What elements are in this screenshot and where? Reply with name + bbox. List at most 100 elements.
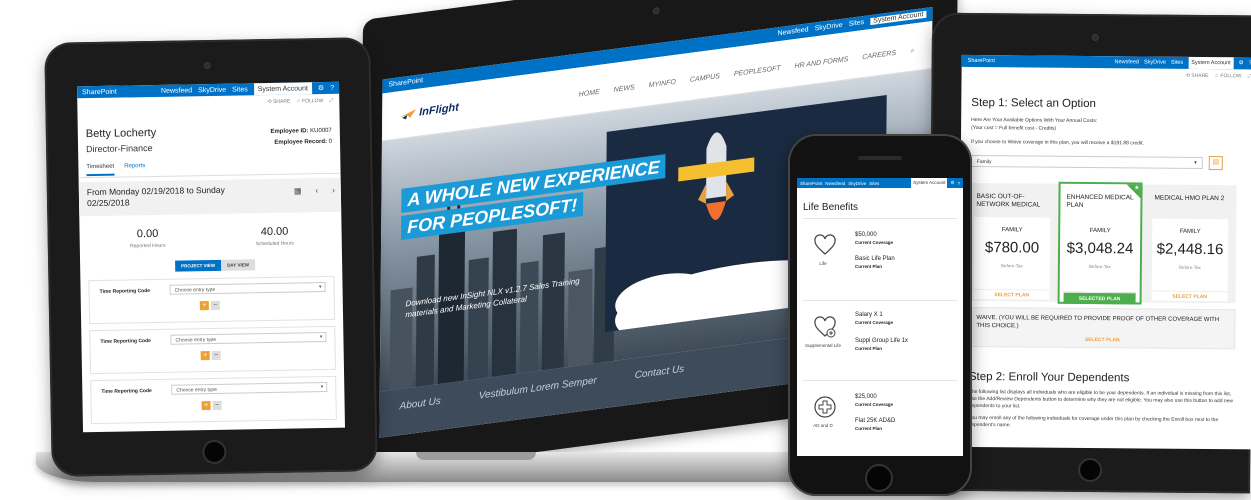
footer-vestibulum[interactable]: Vestibulum Lorem Semper [479,375,597,402]
plan-card-selected[interactable]: ENHANCED MEDICAL PLAN FAMILY $3,048.24 B… [1057,181,1143,305]
search-icon[interactable]: ⌕ [910,47,914,56]
plan-amount: $3,048.24 [1066,239,1134,258]
account-menu[interactable]: System Account [1188,56,1234,70]
plan-amount: $780.00 [984,239,1040,257]
remove-row-button[interactable]: − [212,400,222,410]
calendar-icon[interactable]: ▦ [294,186,302,195]
skydrive-link[interactable]: SkyDrive [1144,59,1166,65]
inflight-logo[interactable]: InFlight [400,101,459,121]
life-benefits-screen: SharePoint Newsfeed SkyDrive Sites Syste… [797,178,963,456]
sites-link[interactable]: Sites [849,19,865,28]
next-week-chevron-icon[interactable]: › [332,186,335,195]
tablet-timesheet-device: SharePoint Newsfeed SkyDrive Sites Syste… [44,37,378,477]
menu-careers[interactable]: CAREERS [862,50,896,62]
add-row-button[interactable]: + [201,401,211,411]
reported-hours: 0.00 Reported Hours [130,227,166,250]
menu-myinfo[interactable]: MYINFO [649,79,676,91]
coverage-level-select[interactable]: Family [970,154,1203,169]
sites-link[interactable]: Sites [869,181,879,186]
help-icon[interactable]: ? [957,181,960,186]
day-view-button[interactable]: DAY VIEW [221,259,256,271]
footer-contact-us[interactable]: Contact Us [635,364,685,382]
tab-reports[interactable]: Reports [124,163,145,175]
plan-tier: FAMILY [1089,227,1111,235]
laptop-camera [652,6,660,15]
coverage-amount: $25,000 [855,394,877,400]
menu-peoplesoft[interactable]: PEOPLESOFT [734,65,781,79]
plan-card[interactable]: BASIC OUT-OF-NETWORK MEDICAL FAMILY $780… [970,183,1055,302]
sharepoint-brand: SharePoint [967,57,995,65]
medical-cross-icon [814,396,836,418]
sites-link[interactable]: Sites [1171,60,1183,66]
newsfeed-link[interactable]: Newsfeed [777,26,808,37]
skydrive-link[interactable]: SkyDrive [198,86,226,93]
help-icon[interactable]: ? [330,84,334,91]
waive-select-button[interactable]: SELECT PLAN [970,336,1234,344]
employee-name: Betty Locherty [85,126,157,141]
employee-id: KU0007 [310,127,332,135]
account-menu[interactable]: System Account [911,178,948,188]
entry-type-select[interactable]: Choose entry type [170,331,327,345]
remove-row-button[interactable]: − [211,350,221,361]
add-row-button[interactable]: + [200,351,210,361]
entry-type-select[interactable]: Choose entry type [171,381,328,395]
waive-credit-note: If you choose to Waive coverage in this … [970,138,1144,147]
options-intro: Here Are Your Available Options With You… [971,116,1098,125]
share-link[interactable]: ⟲ SHARE [1186,73,1209,79]
tab-timesheet[interactable]: Timesheet [86,163,115,177]
settings-gear-icon[interactable]: ⚙ [318,84,324,92]
dependents-explainer: The following list displays all individu… [968,388,1234,410]
account-menu[interactable]: System Account [253,82,312,96]
footer-about-us[interactable]: About Us [400,396,441,412]
document-icon[interactable]: ▤ [1208,156,1223,171]
remove-row-button[interactable]: − [210,300,220,311]
view-toggle: PROJECT VIEW DAY VIEW [175,259,256,272]
sharepoint-bar: SharePoint Newsfeed SkyDrive Sites Syste… [961,54,1251,70]
tablet-home-button [202,439,227,465]
plan-tier: FAMILY [1179,228,1201,235]
newsfeed-link[interactable]: Newsfeed [1114,59,1139,65]
menu-hr-forms[interactable]: HR AND FORMS [794,56,848,71]
plan-tax: Before-Tax [1178,264,1201,270]
focus-icon[interactable]: ⤢ [329,98,333,104]
menu-campus[interactable]: CAMPUS [690,73,720,85]
sharepoint-bar: SharePoint Newsfeed SkyDrive Sites Syste… [797,178,963,188]
skydrive-link[interactable]: SkyDrive [815,22,843,33]
newsfeed-link[interactable]: Newsfeed [825,181,845,186]
scheduled-hours: 40.00 Scheduled Hours [255,225,295,248]
newsfeed-link[interactable]: Newsfeed [161,87,192,95]
plan-card[interactable]: MEDICAL HMO PLAN 2 FAMILY $2,448.16 Befo… [1148,185,1233,304]
share-link[interactable]: ⟲ SHARE [267,99,290,105]
select-plan-button[interactable]: SELECT PLAN [973,288,1050,300]
menu-news[interactable]: NEWS [614,84,635,95]
follow-link[interactable]: ☆ FOLLOW [1215,73,1242,79]
benefit-card[interactable]: Life $50,000 Current Coverage Basic Life … [803,218,957,290]
follow-link[interactable]: ☆ FOLLOW [296,98,323,104]
skydrive-link[interactable]: SkyDrive [848,181,866,186]
step2-title: Step 2: Enroll Your Dependents [968,370,1130,385]
selected-plan-button[interactable]: SELECTED PLAN [1063,291,1136,305]
plan-tax: Before-Tax [1000,263,1023,269]
focus-icon[interactable]: ⤢ [1248,73,1251,79]
project-view-button[interactable]: PROJECT VIEW [175,259,222,272]
plan-amount: $2,448.16 [1156,240,1224,259]
settings-gear-icon[interactable]: ⚙ [1239,60,1244,66]
benefit-card[interactable]: AD and D $25,000 Current Coverage Flat 25… [803,380,957,452]
previous-week-chevron-icon[interactable]: ‹ [315,186,318,195]
select-plan-button[interactable]: SELECT PLAN [1151,290,1228,302]
sites-link[interactable]: Sites [232,86,248,93]
entry-type-select[interactable]: Choose entry type [169,282,326,295]
cost-formula: (Your cost = Full benefit cost - Credits… [971,124,1057,132]
period-range: From Monday 02/19/2018 to Sunday 02/25/2… [86,184,225,209]
phone-home-button [865,464,893,492]
tablet-enrollment-device: SharePoint Newsfeed SkyDrive Sites Syste… [927,12,1251,494]
share-follow-bar: ⟲ SHARE ☆ FOLLOW ⤢ [77,96,339,111]
benefit-card[interactable]: Supplemental Life Salary X 1 Current Cove… [803,300,957,372]
plan-name: Flat 25K AD&D [855,418,896,424]
waive-option: WAIVE. (YOU WILL BE REQUIRED TO PROVIDE … [969,306,1236,350]
timesheet-screen: SharePoint Newsfeed SkyDrive Sites Syste… [77,81,345,433]
time-entry-row: Time Reporting Code Choose entry type +− [90,375,337,425]
settings-gear-icon[interactable]: ⚙ [950,180,954,186]
menu-home[interactable]: HOME [579,89,600,100]
add-row-button[interactable]: + [199,301,209,311]
